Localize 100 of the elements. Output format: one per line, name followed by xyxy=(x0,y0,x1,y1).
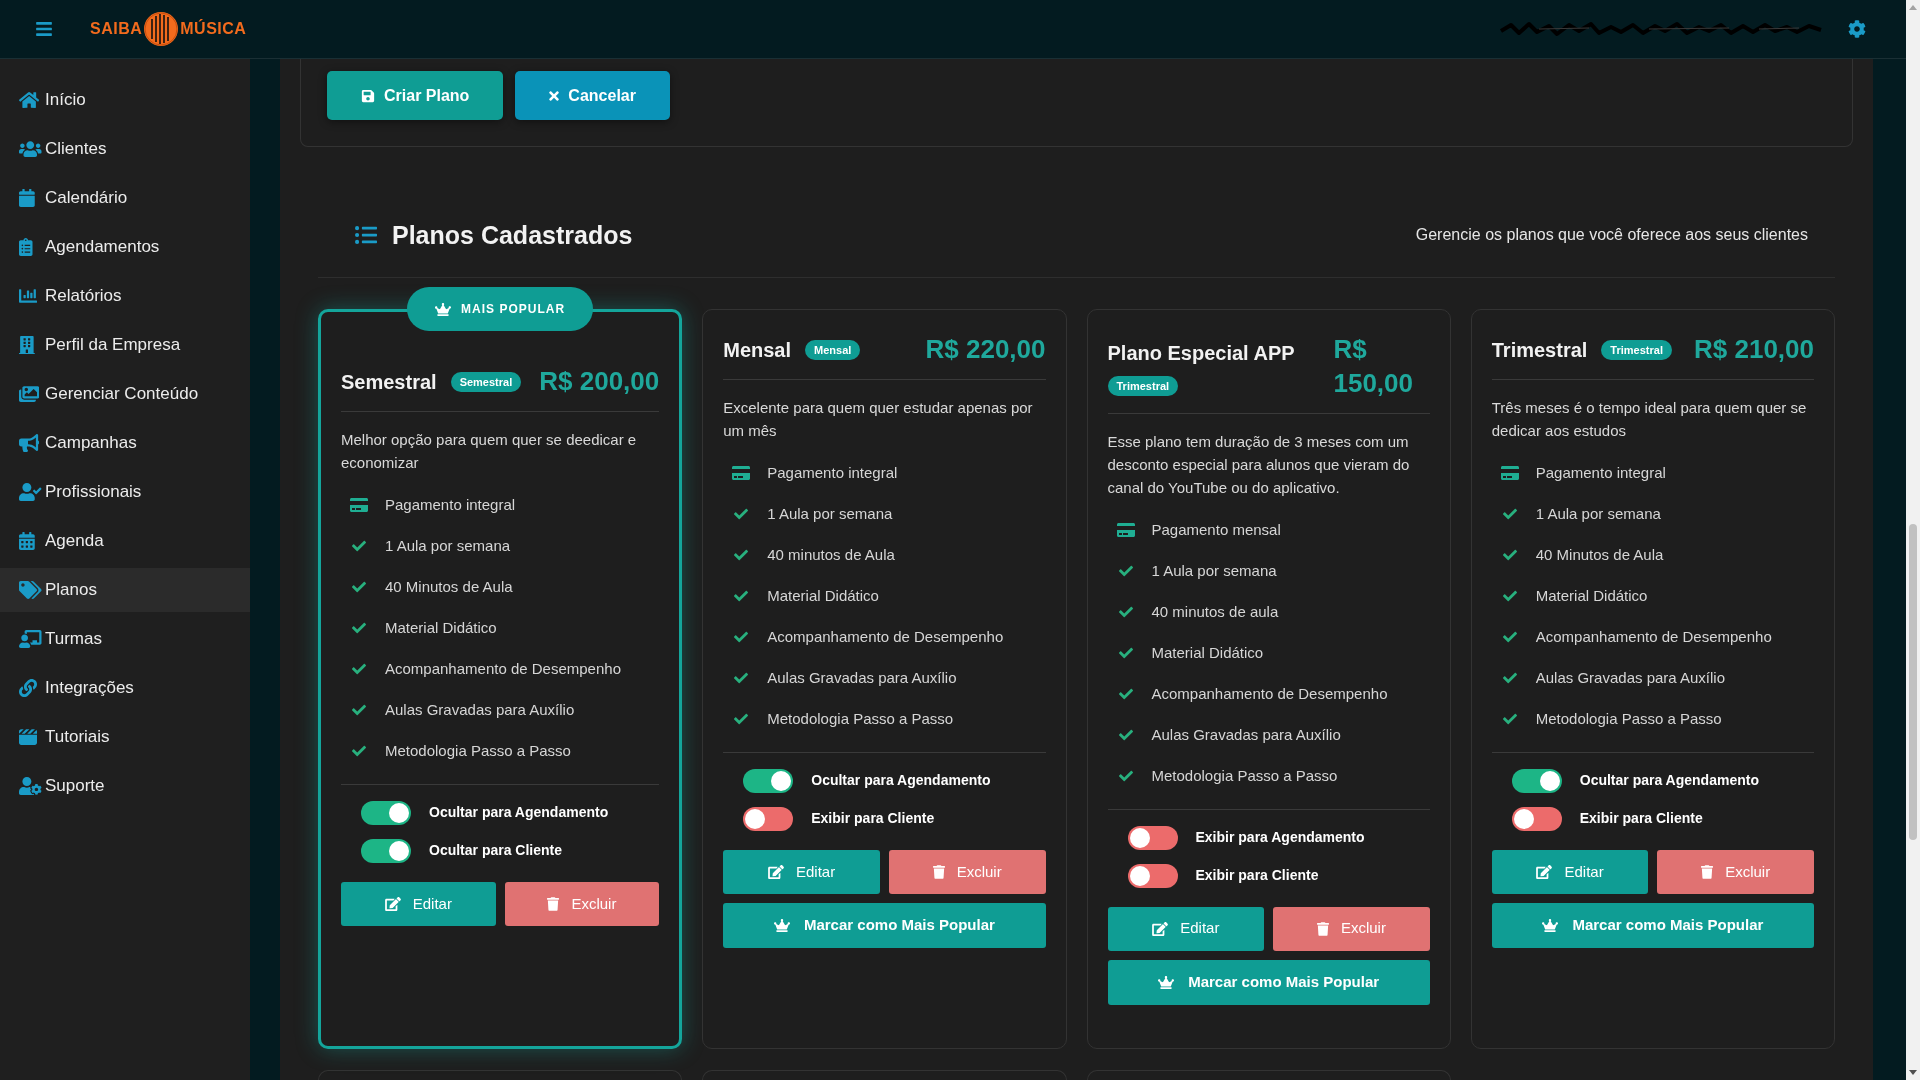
feature-text: Pagamento integral xyxy=(767,463,898,484)
sidebar-item[interactable]: Profissionais xyxy=(0,470,250,514)
logo-text: MÚSICA xyxy=(180,18,247,39)
check-icon xyxy=(1502,507,1517,522)
plan-description: Três meses é o tempo ideal para quem quer se dedicar aos estudos xyxy=(1491,397,1808,441)
feature-text: Material Didático xyxy=(1535,586,1648,607)
toggle-switch[interactable] xyxy=(361,838,411,863)
menu-icon[interactable] xyxy=(36,20,52,38)
feature-text: 40 minutos de Aula xyxy=(767,545,895,566)
check-icon xyxy=(1502,712,1517,727)
clipboard-icon xyxy=(19,238,33,256)
feature-text: 1 Aula por semana xyxy=(1151,560,1277,581)
toggle-label: Exibir para Cliente xyxy=(811,809,935,829)
clapperboard-icon xyxy=(19,728,37,746)
toggle-switch[interactable] xyxy=(1127,825,1178,850)
crown-icon xyxy=(773,918,790,932)
feature-text: Pagamento integral xyxy=(385,495,516,516)
toggle-switch[interactable] xyxy=(743,768,794,793)
feature-text: Aulas Gravadas para Auxílio xyxy=(767,668,957,689)
check-icon xyxy=(1118,687,1133,702)
plan-price: R$ 220,00 xyxy=(925,333,1046,366)
period-badge: Semestral xyxy=(450,371,522,393)
sidebar-item[interactable]: Clientes xyxy=(0,127,250,171)
feature-text: 1 Aula por semana xyxy=(767,504,893,525)
sidebar-item[interactable]: Agendamentos xyxy=(0,225,250,269)
toggle-switch[interactable] xyxy=(1127,863,1178,888)
sidebar-item[interactable]: Relatórios xyxy=(0,274,250,318)
logo-emblem-icon xyxy=(143,11,180,47)
sidebar-item[interactable]: Integrações xyxy=(0,666,250,710)
plan-name: Mensal xyxy=(723,337,792,363)
feature-text: Aulas Gravadas para Auxílio xyxy=(1151,724,1341,745)
check-icon xyxy=(1118,728,1133,743)
calendar-icon xyxy=(19,189,35,207)
feature-text: Material Didático xyxy=(385,618,497,639)
check-icon xyxy=(352,703,366,718)
plan-price: R$ 210,00 xyxy=(1694,333,1814,366)
check-icon xyxy=(734,712,749,727)
feature-text: Acompanhamento de Desempenho xyxy=(1535,627,1772,648)
feature-text: Material Didático xyxy=(1151,642,1264,663)
feature-text: Aulas Gravadas para Auxílio xyxy=(385,700,575,721)
sidebar-item[interactable]: Calendário xyxy=(0,176,250,220)
plan-description: Esse plano tem duração de 3 meses com um desconto especial para alunos que vieram do canal do YouTube ou do aplicativo. xyxy=(1107,431,1411,498)
toggle-switch[interactable] xyxy=(1511,806,1562,831)
scroll-down-arrow-icon[interactable] xyxy=(1909,1070,1917,1075)
feature-text: 1 Aula por semana xyxy=(1535,504,1661,525)
edit-icon xyxy=(384,896,401,911)
sidebar-item[interactable]: Agenda xyxy=(0,519,250,563)
sidebar-item[interactable]: Início xyxy=(0,78,250,122)
sidebar-item[interactable]: Perfil da Empresa xyxy=(0,323,250,367)
toggle-label: Ocultar para Agendamento xyxy=(1579,771,1759,791)
feature-text: Material Didático xyxy=(767,586,879,607)
period-badge: Mensal xyxy=(805,339,861,361)
tags-icon xyxy=(19,581,42,599)
megaphone-icon xyxy=(19,434,40,452)
scrollbar[interactable] xyxy=(1906,0,1920,1080)
feature-text: 40 Minutos de Aula xyxy=(1535,545,1664,566)
sidebar-item[interactable]: Turmas xyxy=(0,617,250,661)
check-icon xyxy=(1118,605,1133,620)
check-icon xyxy=(352,580,366,595)
toggle-switch[interactable] xyxy=(361,800,411,825)
feature-text: Pagamento integral xyxy=(1535,463,1666,484)
sidebar-item[interactable]: Campanhas xyxy=(0,421,250,465)
close-icon xyxy=(549,88,560,103)
trash-icon xyxy=(1316,921,1329,936)
toggle-switch[interactable] xyxy=(743,806,794,831)
feature-text: Acompanhamento de Desempenho xyxy=(767,627,1004,648)
sidebar-item[interactable]: Gerenciar Conteúdo xyxy=(0,372,250,416)
edit-icon xyxy=(1152,921,1169,936)
credit-card-icon xyxy=(1500,465,1519,482)
feature-text: Metodologia Passo a Passo xyxy=(767,709,954,730)
feature-text: Metodologia Passo a Passo xyxy=(385,741,571,762)
check-icon xyxy=(734,548,749,563)
link-icon xyxy=(19,679,37,697)
toggle-switch[interactable] xyxy=(1511,768,1562,793)
feature-text: Metodologia Passo a Passo xyxy=(1535,709,1722,730)
crown-icon xyxy=(1542,918,1559,932)
feature-text: Acompanhamento de Desempenho xyxy=(385,659,621,680)
check-icon xyxy=(1118,646,1133,661)
settings-icon[interactable] xyxy=(1848,20,1866,38)
edit-icon xyxy=(1536,864,1553,879)
images-icon xyxy=(19,385,40,403)
edit-icon xyxy=(767,864,784,879)
check-icon xyxy=(352,662,366,677)
toggle-label: Exibir para Cliente xyxy=(1579,809,1703,829)
plan-price: R$ 150,00 xyxy=(1333,333,1414,400)
period-badge: Trimestral xyxy=(1601,339,1672,361)
section-title: Planos Cadastrados xyxy=(392,220,633,251)
plan-price: R$ 200,00 xyxy=(539,365,660,398)
sidebar-item[interactable]: Suporte xyxy=(0,764,250,808)
building-icon xyxy=(19,336,35,354)
scrollbar-thumb[interactable] xyxy=(1909,524,1917,840)
plan-description: Melhor opção para quem quer se deedicar e economizar xyxy=(341,429,638,473)
user-check-icon xyxy=(19,483,42,501)
feature-text: Metodologia Passo a Passo xyxy=(1151,765,1338,786)
sidebar-item[interactable]: Tutoriais xyxy=(0,715,250,759)
sidebar-item[interactable]: Planos xyxy=(0,568,250,612)
plan-description: Excelente para quem quer estudar apenas por um mês xyxy=(723,397,1034,441)
cancel-button[interactable]: Cancelar xyxy=(515,71,670,120)
list-icon xyxy=(355,224,377,246)
feature-text: 1 Aula por semana xyxy=(385,536,511,557)
